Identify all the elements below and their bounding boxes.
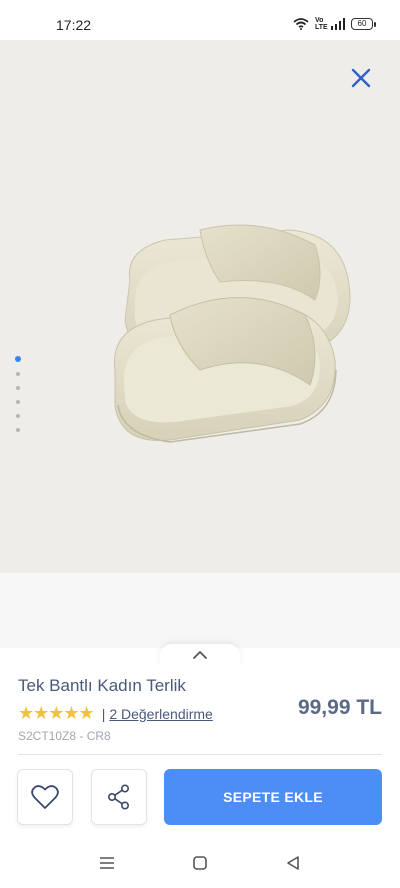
gallery-pagination-dots — [15, 356, 21, 432]
battery-icon: 60 — [351, 18, 376, 30]
wifi-icon — [293, 18, 309, 30]
home-button[interactable] — [188, 851, 212, 875]
star-rating: ★★★★★ — [18, 703, 95, 723]
system-navigation-bar — [0, 838, 400, 888]
gallery-dot-active[interactable] — [15, 356, 21, 362]
product-image-gallery[interactable] — [0, 40, 400, 573]
divider — [18, 754, 382, 755]
expand-details-handle[interactable] — [160, 644, 240, 666]
chevron-up-icon — [193, 651, 207, 659]
status-icons: Vo LTE 60 — [293, 17, 376, 31]
product-title: Tek Bantlı Kadın Terlik — [18, 676, 186, 695]
share-button[interactable] — [91, 769, 147, 825]
battery-level: 60 — [351, 18, 373, 30]
back-triangle-icon — [287, 856, 300, 870]
menu-icon — [99, 857, 114, 869]
product-detail-page: 17:22 Vo LTE 60 Tek Bantlı Kadın Terlik … — [0, 0, 400, 888]
close-icon[interactable] — [350, 67, 372, 89]
rating-separator: | — [101, 705, 106, 722]
share-icon — [107, 784, 130, 810]
menu-button[interactable] — [95, 851, 119, 875]
reviews-link[interactable]: 2 Değerlendirme — [109, 706, 213, 722]
gallery-dot[interactable] — [16, 400, 20, 404]
home-square-icon — [193, 856, 207, 870]
status-time: 17:22 — [56, 17, 92, 33]
status-bar: 17:22 Vo LTE 60 — [0, 0, 400, 40]
product-image-slippers — [114, 224, 351, 443]
signal-icon — [331, 18, 345, 30]
heart-icon — [31, 785, 59, 809]
product-price: 99,99 TL — [297, 696, 382, 719]
product-sku: S2CT10Z8 - CR8 — [18, 729, 111, 743]
action-bar: SEPETE EKLE — [0, 769, 400, 829]
volte-icon: Vo LTE — [315, 17, 328, 31]
gallery-dot[interactable] — [16, 414, 20, 418]
gallery-dot[interactable] — [16, 386, 20, 390]
favorite-button[interactable] — [17, 769, 73, 825]
gallery-dot[interactable] — [16, 428, 20, 432]
gallery-dot[interactable] — [16, 372, 20, 376]
add-to-cart-button[interactable]: SEPETE EKLE — [164, 769, 382, 825]
rating-row: ★★★★★ | 2 Değerlendirme — [18, 703, 213, 724]
back-button[interactable] — [281, 851, 305, 875]
product-info: Tek Bantlı Kadın Terlik ★★★★★ | 2 Değerl… — [0, 666, 400, 756]
image-footer-area — [0, 573, 400, 648]
